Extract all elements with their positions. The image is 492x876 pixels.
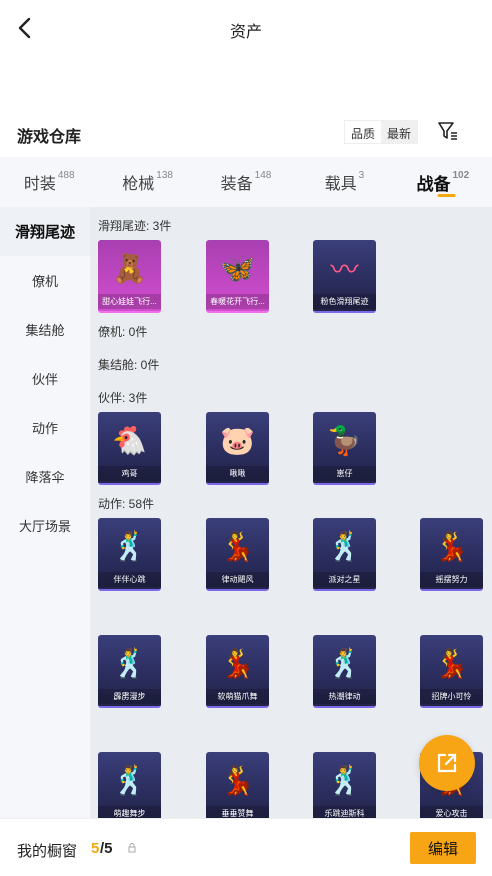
- item-card[interactable]: 🕺 萌趣舞步: [98, 752, 161, 818]
- item-card[interactable]: 💃 律动飓风: [206, 518, 269, 591]
- warehouse-title: 游戏仓库: [17, 129, 82, 146]
- dance-figure-icon: 🕺: [327, 530, 362, 562]
- sort-newest[interactable]: 最新: [381, 121, 418, 143]
- item-card[interactable]: 💃 垂垂赞舞: [206, 752, 269, 818]
- sidebar-item-emotes[interactable]: 动作: [0, 403, 90, 452]
- sort-toggle[interactable]: 品质 最新: [344, 120, 419, 144]
- dance-figure-icon: 💃: [220, 764, 255, 796]
- sidebar-item-partners[interactable]: 伙伴: [0, 354, 90, 403]
- group-label-trails: 滑翔尾迹: 3件: [98, 219, 172, 233]
- dance-figure-icon: 💃: [434, 647, 469, 679]
- item-card[interactable]: 🐷 啾啾: [206, 412, 269, 485]
- dance-figure-icon: 🕺: [112, 530, 147, 562]
- tab-vehicles[interactable]: 载具 3: [295, 157, 393, 207]
- header: 资产: [0, 0, 492, 60]
- chicken-icon: 🐔: [112, 424, 147, 456]
- sidebar: 滑翔尾迹 僚机 集结舱 伙伴 动作 降落伞 大厅场景: [0, 207, 90, 818]
- item-grid: 滑翔尾迹: 3件 🧸 甜心娃娃飞行... 🦋 春暖花开飞行... 〰 粉色滑翔尾…: [90, 207, 492, 818]
- dance-figure-icon: 💃: [220, 647, 255, 679]
- sidebar-item-parachute[interactable]: 降落伞: [0, 452, 90, 501]
- item-card[interactable]: 🕺 霹雳漫步: [98, 635, 161, 708]
- dance-figure-icon: 🕺: [327, 647, 362, 679]
- group-label-emotes: 动作: 58件: [98, 497, 155, 511]
- item-card[interactable]: 🕺 伴伴心跳: [98, 518, 161, 591]
- pink-trail-icon: 〰: [330, 254, 359, 285]
- tab-equipment[interactable]: 装备 148: [197, 157, 295, 207]
- tab-weapons[interactable]: 枪械 138: [98, 157, 196, 207]
- item-card[interactable]: 〰 粉色滑翔尾迹: [313, 240, 376, 313]
- share-button[interactable]: [419, 735, 475, 791]
- page-title: 资产: [229, 24, 262, 41]
- tab-readiness[interactable]: 战备 102: [394, 157, 492, 207]
- dance-figure-icon: 🕺: [112, 764, 147, 796]
- dance-figure-icon: 🕺: [112, 647, 147, 679]
- item-card[interactable]: 🦋 春暖花开飞行...: [206, 240, 269, 313]
- external-link-icon: [437, 753, 457, 773]
- item-card[interactable]: 🕺 乐跳迪斯科: [313, 752, 376, 818]
- sidebar-item-wingman[interactable]: 僚机: [0, 256, 90, 305]
- sort-quality[interactable]: 品质: [345, 121, 382, 143]
- sidebar-item-capsule[interactable]: 集结舱: [0, 305, 90, 354]
- duck-icon: 🦆: [327, 424, 362, 456]
- lock-icon: [128, 843, 136, 853]
- item-card[interactable]: 🕺 热潮律动: [313, 635, 376, 708]
- showcase-bar: 我的橱窗 5 /5 编辑: [0, 818, 492, 876]
- item-card[interactable]: 💃 软萌猫爪舞: [206, 635, 269, 708]
- dance-figure-icon: 💃: [434, 530, 469, 562]
- butterfly-icon: 🦋: [220, 252, 255, 284]
- filter-icon[interactable]: [437, 120, 459, 142]
- sidebar-item-lobby-scene[interactable]: 大厅场景: [0, 501, 90, 550]
- item-card[interactable]: 💃 招牌小可怜: [420, 635, 483, 708]
- item-card[interactable]: 💃 摇摆努力: [420, 518, 483, 591]
- group-label-partners: 伙伴: 3件: [98, 391, 148, 405]
- item-card[interactable]: 🦆 崽仔: [313, 412, 376, 485]
- item-card[interactable]: 🧸 甜心娃娃飞行...: [98, 240, 161, 313]
- dance-figure-icon: 🕺: [327, 764, 362, 796]
- category-tabs: 时装 488 枪械 138 装备 148 载具 3 战备 102: [0, 157, 492, 207]
- tab-fashion[interactable]: 时装 488: [0, 157, 98, 207]
- sidebar-item-trails[interactable]: 滑翔尾迹: [0, 207, 90, 256]
- showcase-total: /5: [100, 840, 113, 857]
- showcase-label: 我的橱窗: [17, 843, 78, 860]
- edit-button[interactable]: 编辑: [410, 832, 476, 864]
- dance-figure-icon: 💃: [220, 530, 255, 562]
- doll-icon: 🧸: [112, 252, 147, 284]
- item-card[interactable]: 🐔 鸡哥: [98, 412, 161, 485]
- item-card[interactable]: 🕺 派对之星: [313, 518, 376, 591]
- pig-icon: 🐷: [220, 424, 255, 456]
- group-label-capsule: 集结舱: 0件: [98, 358, 160, 372]
- showcase-count: 5: [91, 840, 100, 857]
- group-label-wingman: 僚机: 0件: [98, 325, 148, 339]
